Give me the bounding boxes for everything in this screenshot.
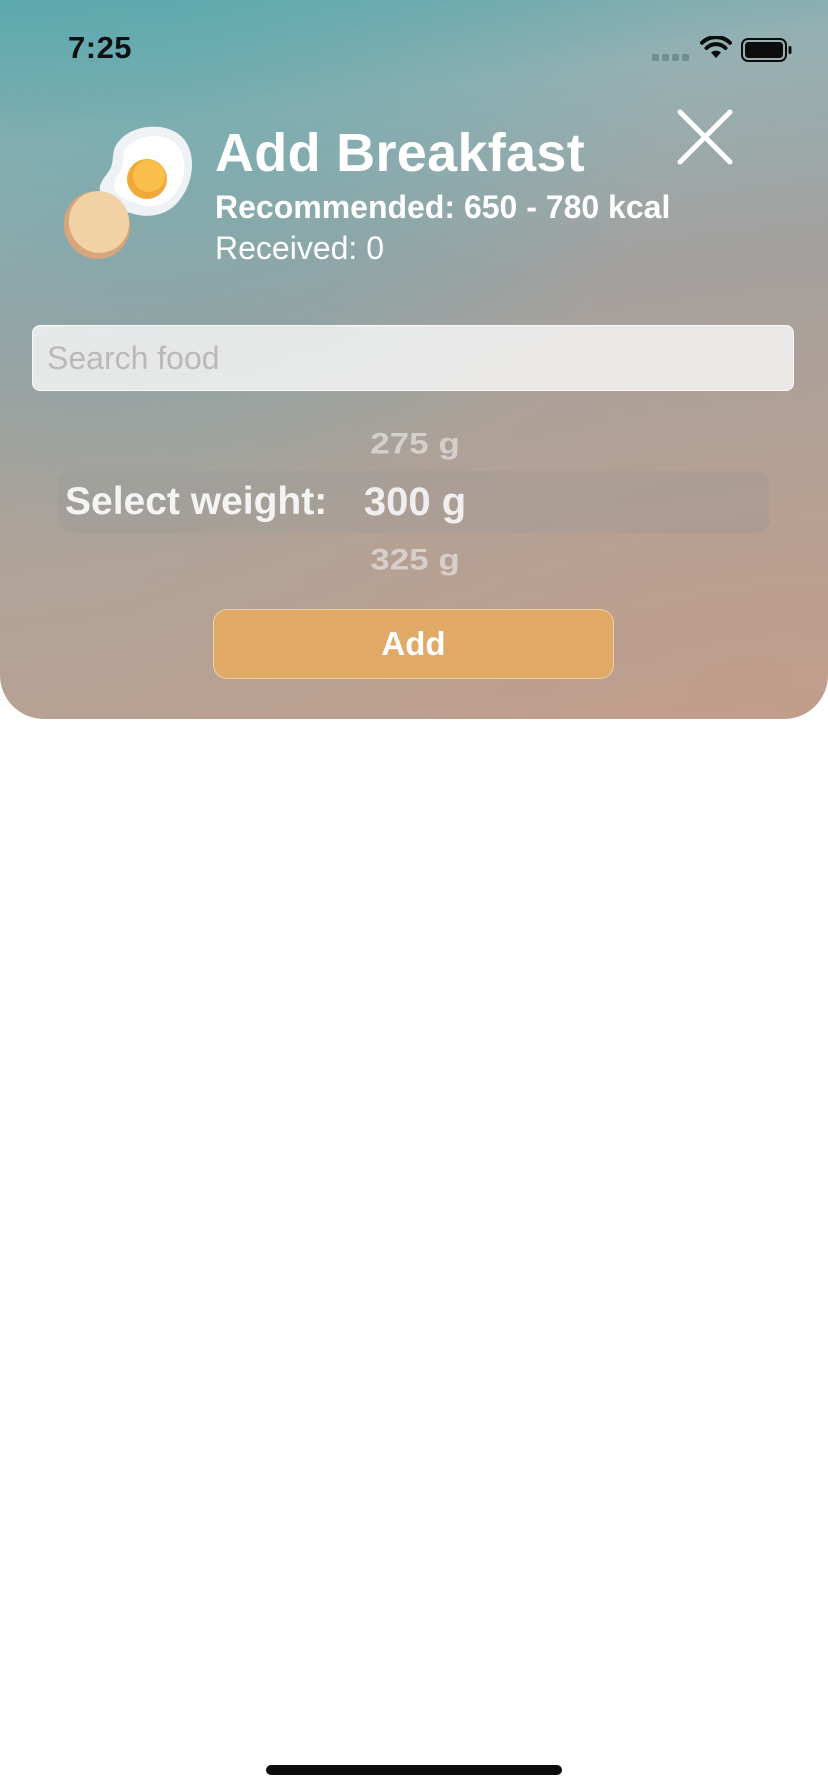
fried-egg-icon (63, 126, 193, 259)
select-weight-label: Select weight: (65, 480, 328, 523)
page-title: Add Breakfast (215, 123, 586, 183)
wifi-icon (700, 36, 732, 58)
add-meal-sheet: 7:25 Add Breakfast Recommended: 650 - 78… (0, 0, 828, 719)
weight-option-previous[interactable]: 275 g (330, 427, 500, 461)
recommended-calories: Recommended: 650 - 780 kcal (215, 189, 671, 225)
battery-full-icon (741, 38, 792, 62)
status-time: 7:25 (68, 30, 133, 65)
close-icon (677, 109, 733, 165)
signal-dots-icon (652, 54, 689, 61)
search-food-input[interactable] (32, 325, 794, 391)
screen: 7:25 Add Breakfast Recommended: 650 - 78… (0, 0, 828, 1792)
received-calories: Received: 0 (215, 230, 384, 266)
status-bar: 7:25 (0, 0, 828, 100)
weight-option-next[interactable]: 325 g (330, 543, 500, 577)
weight-option-selected[interactable]: 300 g (330, 480, 500, 525)
close-button[interactable] (672, 104, 738, 170)
home-indicator[interactable] (266, 1765, 562, 1775)
add-button[interactable]: Add (213, 609, 614, 679)
